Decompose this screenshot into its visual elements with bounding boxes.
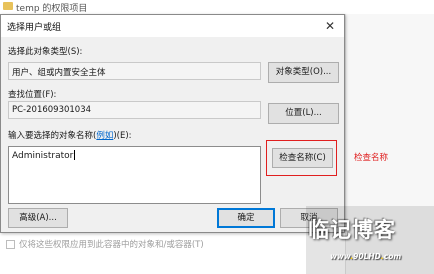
advanced-button[interactable]: 高级(A)... — [8, 208, 68, 228]
apply-to-container-checkbox — [6, 239, 15, 249]
select-users-dialog: 选择用户或组 ✕ 选择此对象类型(S): 用户、组或内置安全主体 对象类型(O)… — [0, 14, 345, 233]
ok-button[interactable]: 确定 — [217, 208, 275, 228]
apply-to-container-option: 仅将这些权限应用到此容器中的对象和/或容器(T) — [6, 238, 204, 250]
location-label: 查找位置(F): — [8, 90, 57, 100]
locations-button[interactable]: 位置(L)... — [268, 103, 339, 124]
object-types-button[interactable]: 对象类型(O)... — [268, 62, 339, 83]
examples-link[interactable]: 例如 — [96, 131, 113, 141]
object-type-label: 选择此对象类型(S): — [8, 47, 83, 57]
close-icon[interactable]: ✕ — [322, 18, 338, 34]
background-window-title: temp 的权限项目 — [16, 4, 88, 14]
annotation-note: 检查名称 — [354, 153, 389, 163]
background-titlebar: temp 的权限项目 — [0, 0, 434, 14]
object-names-value: Administrator — [12, 151, 74, 161]
check-names-highlight — [266, 140, 337, 176]
location-field: PC-201609301034 — [8, 101, 261, 119]
text-cursor — [74, 150, 76, 160]
watermark-url: www.90LHD.com — [330, 252, 402, 261]
dialog-titlebar: 选择用户或组 ✕ — [1, 15, 344, 37]
folder-icon — [3, 2, 13, 10]
apply-to-container-label: 仅将这些权限应用到此容器中的对象和/或容器(T) — [19, 240, 204, 250]
object-names-input[interactable]: Administrator — [8, 146, 261, 204]
object-type-field: 用户、组或内置安全主体 — [8, 62, 261, 80]
watermark-brand: 临记博客 — [308, 218, 396, 242]
object-names-label: 输入要选择的对象名称(例如)(E): — [8, 131, 132, 141]
dialog-title: 选择用户或组 — [7, 23, 62, 33]
